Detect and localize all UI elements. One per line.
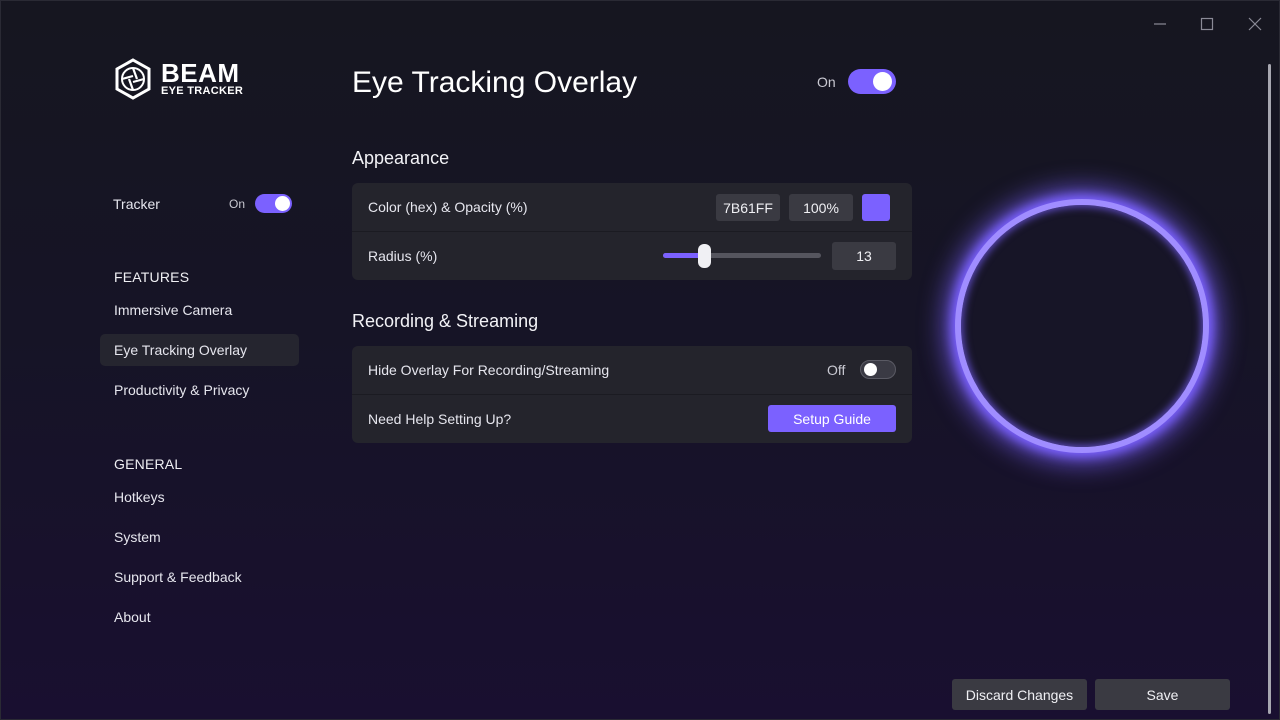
sidebar-item-label: Productivity & Privacy: [114, 382, 250, 398]
tracker-label: Tracker: [113, 196, 160, 212]
appearance-heading: Appearance: [352, 148, 450, 168]
color-opacity-label: Color (hex) & Opacity (%): [368, 199, 528, 215]
toggle-knob: [873, 72, 892, 91]
sidebar-item-label: About: [114, 609, 151, 625]
help-row: Need Help Setting Up? Setup Guide: [352, 395, 912, 443]
tracker-toggle[interactable]: [255, 194, 292, 213]
color-opacity-row: Color (hex) & Opacity (%) 7B61FF 100%: [352, 183, 912, 232]
discard-changes-button[interactable]: Discard Changes: [952, 679, 1087, 710]
maximize-icon[interactable]: [1193, 10, 1221, 38]
recording-card: Hide Overlay For Recording/Streaming Off…: [352, 346, 912, 443]
logo-subtitle: EYE TRACKER: [161, 85, 244, 97]
general-heading: GENERAL: [114, 456, 183, 472]
overlay-state-label: On: [817, 74, 836, 90]
sidebar-item-label: Eye Tracking Overlay: [114, 342, 248, 358]
setup-guide-button[interactable]: Setup Guide: [768, 405, 896, 432]
radius-slider-thumb[interactable]: [698, 244, 712, 268]
sidebar-item-hotkeys[interactable]: Hotkeys: [100, 481, 299, 513]
aperture-icon: [115, 58, 151, 100]
close-icon[interactable]: [1241, 10, 1269, 38]
app-logo: BEAM EYE TRACKER: [113, 58, 243, 100]
sidebar-item-label: Support & Feedback: [114, 569, 242, 585]
sidebar-item-about[interactable]: About: [100, 601, 299, 633]
hide-overlay-row: Hide Overlay For Recording/Streaming Off: [352, 346, 912, 395]
toggle-knob: [275, 196, 290, 211]
overlay-preview-ring: [955, 199, 1209, 453]
features-heading: FEATURES: [114, 269, 190, 285]
minimize-icon[interactable]: [1146, 10, 1174, 38]
sidebar-item-label: Immersive Camera: [114, 302, 233, 318]
logo-title: BEAM: [161, 58, 240, 88]
radius-value-input[interactable]: 13: [832, 242, 896, 270]
recording-heading: Recording & Streaming: [352, 311, 539, 331]
hex-color-input[interactable]: 7B61FF: [716, 194, 780, 221]
color-swatch[interactable]: [862, 194, 890, 221]
scrollbar[interactable]: [1268, 64, 1271, 714]
sidebar-item-immersive-camera[interactable]: Immersive Camera: [100, 294, 299, 326]
radius-slider-track[interactable]: [663, 253, 821, 258]
hide-overlay-label: Hide Overlay For Recording/Streaming: [368, 362, 610, 378]
toggle-knob: [864, 363, 877, 376]
sidebar-item-system[interactable]: System: [100, 521, 299, 553]
hide-overlay-toggle[interactable]: [860, 360, 896, 379]
radius-label: Radius (%): [368, 248, 438, 264]
sidebar-item-support-feedback[interactable]: Support & Feedback: [100, 561, 299, 593]
help-label: Need Help Setting Up?: [368, 411, 512, 427]
sidebar-item-label: System: [114, 529, 161, 545]
appearance-card: Color (hex) & Opacity (%) 7B61FF 100% Ra…: [352, 183, 912, 280]
opacity-input[interactable]: 100%: [789, 194, 853, 221]
tracker-state-label: On: [229, 197, 246, 211]
overlay-master-toggle[interactable]: [848, 69, 896, 94]
sidebar-item-productivity-privacy[interactable]: Productivity & Privacy: [100, 374, 299, 406]
radius-row: Radius (%) 13: [352, 232, 912, 280]
page-title: Eye Tracking Overlay: [352, 66, 638, 99]
sidebar-item-eye-tracking-overlay[interactable]: Eye Tracking Overlay: [100, 334, 299, 366]
hide-overlay-state-label: Off: [827, 362, 846, 378]
sidebar-item-label: Hotkeys: [114, 489, 165, 505]
save-button[interactable]: Save: [1095, 679, 1230, 710]
